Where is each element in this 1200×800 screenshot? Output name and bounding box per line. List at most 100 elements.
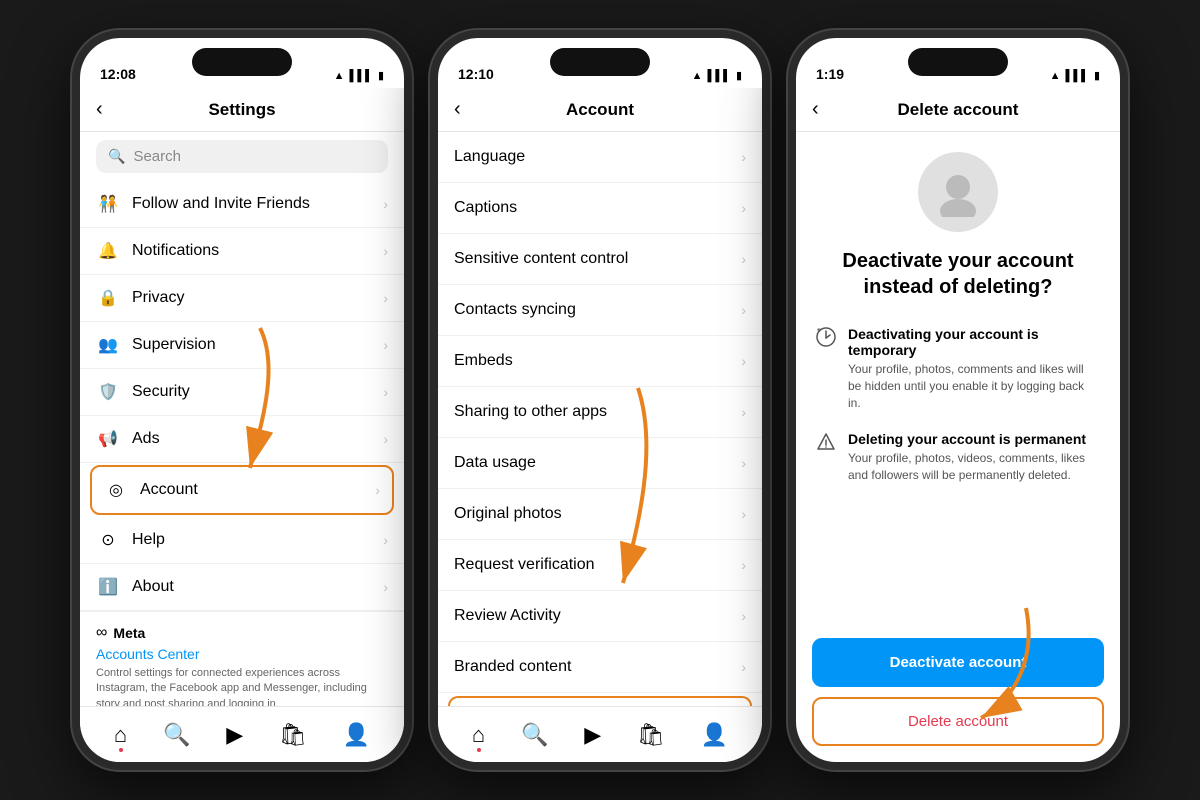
settings-item-security[interactable]: 🛡️ Security › [80, 369, 404, 416]
user-avatar-icon [933, 167, 983, 217]
avatar [918, 152, 998, 232]
settings-item-supervision[interactable]: 👥 Supervision › [80, 322, 404, 369]
signal-icon-3: ▌▌▌ [1066, 70, 1089, 82]
search-tab[interactable]: 🔍 [163, 722, 190, 748]
back-button-1[interactable]: ‹ [96, 98, 126, 121]
delete-screen-title: Delete account [842, 100, 1074, 120]
delete-info-row: Deleting your account is permanent Your … [796, 421, 1120, 494]
delete-perm-desc: Your profile, photos, videos, comments, … [848, 450, 1100, 484]
settings-item-account[interactable]: ◎ Account › [90, 465, 394, 515]
nav-bar-settings: ‹ Settings [80, 88, 404, 132]
back-button-3[interactable]: ‹ [812, 98, 842, 121]
battery-icon-2: ▮ [736, 69, 742, 82]
embeds-chevron: › [741, 353, 746, 369]
deactivate-temp-desc: Your profile, photos, comments and likes… [848, 361, 1100, 411]
signal-icon: ▌▌▌ [350, 70, 373, 82]
shop-tab-2[interactable]: 🛍 [637, 722, 665, 748]
meta-icon: ∞ [96, 624, 107, 642]
dynamic-island-3 [908, 48, 1008, 76]
account-item-captions[interactable]: Captions › [438, 183, 762, 234]
account-item-photos[interactable]: Original photos › [438, 489, 762, 540]
privacy-label: Privacy [132, 289, 383, 307]
meta-label: Meta [113, 625, 145, 641]
account-item-branded[interactable]: Branded content › [438, 642, 762, 693]
home-tab[interactable]: ⌂ [114, 722, 127, 748]
notifications-label: Notifications [132, 242, 383, 260]
help-chevron: › [383, 532, 388, 548]
battery-icon: ▮ [378, 69, 384, 82]
delete-screen: ‹ Delete account Deactivate your account… [796, 88, 1120, 762]
security-icon: 🛡️ [96, 382, 120, 402]
account-item-embeds[interactable]: Embeds › [438, 336, 762, 387]
supervision-label: Supervision [132, 336, 383, 354]
privacy-chevron: › [383, 290, 388, 306]
phone-settings: 12:08 ▲ ▌▌▌ ▮ ‹ Settings 🔍 Search 🧑‍🤝‍🧑 … [72, 30, 412, 770]
delete-info-content: Deleting your account is permanent Your … [848, 431, 1100, 484]
account-icon: ◎ [104, 480, 128, 500]
search-tab-2[interactable]: 🔍 [521, 722, 548, 748]
account-screen: ‹ Account Language › Captions › Sensitiv… [438, 88, 762, 762]
profile-tab[interactable]: 👤 [343, 722, 370, 748]
ads-chevron: › [383, 431, 388, 447]
shop-tab[interactable]: 🛍 [279, 722, 307, 748]
delete-account-button[interactable]: Delete account [812, 697, 1104, 746]
warning-icon [816, 432, 836, 452]
photos-chevron: › [741, 506, 746, 522]
deactivate-icon [816, 327, 836, 352]
verif-chevron: › [741, 557, 746, 573]
deactivate-temp-icon [816, 327, 836, 347]
review-chevron: › [741, 608, 746, 624]
phone-account: 12:10 ▲ ▌▌▌ ▮ ‹ Account Language › Capti… [430, 30, 770, 770]
settings-item-privacy[interactable]: 🔒 Privacy › [80, 275, 404, 322]
battery-icon-3: ▮ [1094, 69, 1100, 82]
account-item-verification[interactable]: Request verification › [438, 540, 762, 591]
account-item-sharing[interactable]: Sharing to other apps › [438, 387, 762, 438]
ads-icon: 📢 [96, 429, 120, 449]
time-2: 12:10 [458, 66, 494, 82]
account-item-sensitive[interactable]: Sensitive content control › [438, 234, 762, 285]
account-screen-title: Account [484, 100, 716, 120]
status-icons-2: ▲ ▌▌▌ ▮ [692, 69, 742, 82]
settings-item-ads[interactable]: 📢 Ads › [80, 416, 404, 463]
settings-item-about[interactable]: ℹ️ About › [80, 564, 404, 611]
signal-icon-2: ▌▌▌ [708, 70, 731, 82]
settings-item-follow[interactable]: 🧑‍🤝‍🧑 Follow and Invite Friends › [80, 181, 404, 228]
account-item-delete[interactable]: Delete account › [448, 696, 752, 706]
account-list: Language › Captions › Sensitive content … [438, 132, 762, 706]
meta-footer: ∞ Meta Accounts Center Control settings … [80, 611, 404, 706]
nav-bar-delete: ‹ Delete account [796, 88, 1120, 132]
settings-list: 🧑‍🤝‍🧑 Follow and Invite Friends › 🔔 Noti… [80, 181, 404, 706]
about-icon: ℹ️ [96, 577, 120, 597]
supervision-chevron: › [383, 337, 388, 353]
account-item-review[interactable]: Review Activity › [438, 591, 762, 642]
deactivate-account-button[interactable]: Deactivate account [812, 638, 1104, 687]
nav-bar-account: ‹ Account [438, 88, 762, 132]
account-item-data[interactable]: Data usage › [438, 438, 762, 489]
home-tab-2[interactable]: ⌂ [472, 722, 485, 748]
reels-tab-2[interactable]: ▶ [584, 722, 601, 748]
reels-tab[interactable]: ▶ [226, 722, 243, 748]
security-label: Security [132, 383, 383, 401]
contacts-chevron: › [741, 302, 746, 318]
ads-label: Ads [132, 430, 383, 448]
accounts-center-link[interactable]: Accounts Center [96, 646, 388, 662]
follow-chevron: › [383, 196, 388, 212]
settings-item-help[interactable]: ⊙ Help › [80, 517, 404, 564]
about-chevron: › [383, 579, 388, 595]
wifi-icon-3: ▲ [1050, 70, 1061, 82]
profile-tab-2[interactable]: 👤 [701, 722, 728, 748]
meta-logo: ∞ Meta [96, 624, 388, 642]
supervision-icon: 👥 [96, 335, 120, 355]
follow-label: Follow and Invite Friends [132, 195, 383, 213]
help-icon: ⊙ [96, 530, 120, 550]
search-bar[interactable]: 🔍 Search [96, 140, 388, 173]
back-button-2[interactable]: ‹ [454, 98, 484, 121]
settings-item-notifications[interactable]: 🔔 Notifications › [80, 228, 404, 275]
account-item-language[interactable]: Language › [438, 132, 762, 183]
avatar-section [796, 132, 1120, 248]
phone-delete: 1:19 ▲ ▌▌▌ ▮ ‹ Delete account Deactivate… [788, 30, 1128, 770]
tab-bar-2: ⌂ 🔍 ▶ 🛍 👤 [438, 706, 762, 762]
account-item-contacts[interactable]: Contacts syncing › [438, 285, 762, 336]
follow-icon: 🧑‍🤝‍🧑 [96, 194, 120, 214]
wifi-icon: ▲ [334, 70, 345, 82]
